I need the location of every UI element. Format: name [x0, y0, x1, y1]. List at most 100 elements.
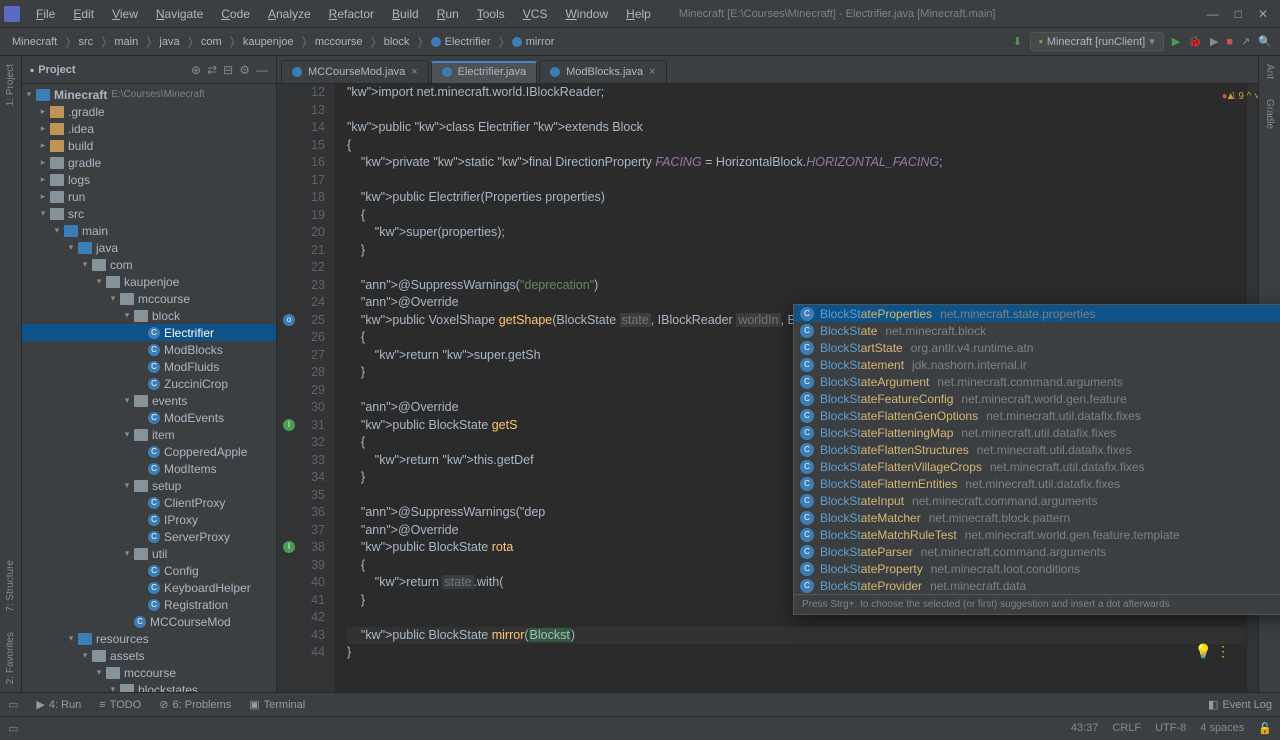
menu-help[interactable]: Help	[618, 3, 659, 25]
intention-bulb-icon[interactable]: 💡 ⋮	[1195, 643, 1230, 660]
tree-item--idea[interactable]: ▸.idea	[22, 120, 276, 137]
menu-refactor[interactable]: Refactor	[321, 3, 382, 25]
file-encoding[interactable]: UTF-8	[1155, 722, 1186, 735]
menu-code[interactable]: Code	[213, 3, 258, 25]
tree-item-java[interactable]: ▾java	[22, 239, 276, 256]
completion-item[interactable]: CBlockStateFlattenStructuresnet.minecraf…	[794, 441, 1280, 458]
problems-tool-tab[interactable]: ⊘6: Problems	[159, 698, 231, 711]
tree-item-mccoursemod[interactable]: CMCCourseMod	[22, 613, 276, 630]
favorites-tool-tab[interactable]: 2: Favorites	[5, 632, 16, 684]
tree-item-moditems[interactable]: CModItems	[22, 460, 276, 477]
tree-item-block[interactable]: ▾block	[22, 307, 276, 324]
completion-item[interactable]: CBlockStateFeatureConfignet.minecraft.wo…	[794, 390, 1280, 407]
tree-item-mccourse[interactable]: ▾mccourse	[22, 290, 276, 307]
readonly-lock-icon[interactable]: 🔓	[1258, 722, 1272, 735]
run-button[interactable]: ▶	[1172, 35, 1180, 48]
menu-build[interactable]: Build	[384, 3, 427, 25]
completion-item[interactable]: CBlockStateParsernet.minecraft.command.a…	[794, 543, 1280, 560]
menu-navigate[interactable]: Navigate	[148, 3, 211, 25]
tree-item-mccourse[interactable]: ▾mccourse	[22, 664, 276, 681]
tree-item-main[interactable]: ▾main	[22, 222, 276, 239]
tree-item-config[interactable]: CConfig	[22, 562, 276, 579]
breadcrumb-mccourse[interactable]: mccourse	[311, 36, 367, 48]
menu-vcs[interactable]: VCS	[515, 3, 556, 25]
tree-item-registration[interactable]: CRegistration	[22, 596, 276, 613]
menu-view[interactable]: View	[104, 3, 146, 25]
editor-tab-electrifier-java[interactable]: Electrifier.java	[431, 61, 537, 83]
indent-settings[interactable]: 4 spaces	[1200, 722, 1244, 735]
project-tree[interactable]: ▾MinecraftE:\Courses\Minecraft▸.gradle▸.…	[22, 84, 276, 692]
completion-item[interactable]: CBlockStateFlattenGenOptionsnet.minecraf…	[794, 407, 1280, 424]
menu-window[interactable]: Window	[557, 3, 616, 25]
completion-item[interactable]: CBlockStatePropertynet.minecraft.loot.co…	[794, 560, 1280, 577]
completion-item[interactable]: CBlockStateFlatteningMapnet.minecraft.ut…	[794, 424, 1280, 441]
menu-run[interactable]: Run	[429, 3, 467, 25]
completion-item[interactable]: CBlockStateMatchernet.minecraft.block.pa…	[794, 509, 1280, 526]
tree-item-serverproxy[interactable]: CServerProxy	[22, 528, 276, 545]
completion-item[interactable]: CBlockStatementjdk.nashorn.internal.ir	[794, 356, 1280, 373]
caret-position[interactable]: 43:37	[1071, 722, 1099, 735]
completion-item[interactable]: CBlockStateFlattenVillageCropsnet.minecr…	[794, 458, 1280, 475]
terminal-tool-tab[interactable]: ▣Terminal	[249, 698, 305, 711]
tree-root[interactable]: ▾MinecraftE:\Courses\Minecraft	[22, 86, 276, 103]
status-icon[interactable]: ▭	[8, 722, 18, 735]
event-log-tab[interactable]: ◧Event Log	[1208, 698, 1272, 711]
breadcrumb-electrifier[interactable]: Electrifier	[427, 36, 495, 48]
completion-item[interactable]: CBlockStatePropertiesnet.minecraft.state…	[794, 305, 1280, 322]
todo-tool-tab[interactable]: ≡TODO	[99, 699, 141, 711]
build-icon[interactable]: ⬇	[1013, 35, 1022, 48]
tree-item-keyboardhelper[interactable]: CKeyboardHelper	[22, 579, 276, 596]
update-button[interactable]: ↗	[1241, 35, 1250, 48]
breadcrumb-kaupenjoe[interactable]: kaupenjoe	[239, 36, 298, 48]
tree-item-copperedapple[interactable]: CCopperedApple	[22, 443, 276, 460]
maximize-button[interactable]: □	[1235, 7, 1242, 21]
tree-item-resources[interactable]: ▾resources	[22, 630, 276, 647]
structure-tool-tab[interactable]: 7: Structure	[5, 560, 16, 612]
completion-item[interactable]: CBlockStateInputnet.minecraft.command.ar…	[794, 492, 1280, 509]
completion-item[interactable]: CBlockStateArgumentnet.minecraft.command…	[794, 373, 1280, 390]
tree-item-zuccinicrop[interactable]: CZucciniCrop	[22, 375, 276, 392]
breadcrumb-block[interactable]: block	[380, 36, 414, 48]
tree-item-run[interactable]: ▸run	[22, 188, 276, 205]
tree-item-src[interactable]: ▾src	[22, 205, 276, 222]
tree-item-kaupenjoe[interactable]: ▾kaupenjoe	[22, 273, 276, 290]
menu-edit[interactable]: Edit	[65, 3, 102, 25]
completion-item[interactable]: CBlockStatenet.minecraft.block	[794, 322, 1280, 339]
menu-analyze[interactable]: Analyze	[260, 3, 319, 25]
collapse-all-icon[interactable]: ⊟	[223, 63, 233, 77]
tree-item--gradle[interactable]: ▸.gradle	[22, 103, 276, 120]
gradle-tool-tab[interactable]: Gradle	[1264, 99, 1275, 129]
run-config-selector[interactable]: ▪ Minecraft [runClient] ▾	[1030, 32, 1164, 51]
tree-item-modblocks[interactable]: CModBlocks	[22, 341, 276, 358]
tree-item-gradle[interactable]: ▸gradle	[22, 154, 276, 171]
completion-item[interactable]: CBlockStateProvidernet.minecraft.data	[794, 577, 1280, 594]
editor-tab-mccoursemod-java[interactable]: MCCourseMod.java×	[281, 60, 429, 83]
completion-item[interactable]: CBlockStateFlatternEntitiesnet.minecraft…	[794, 475, 1280, 492]
expand-all-icon[interactable]: ⇄	[207, 63, 217, 77]
tree-item-util[interactable]: ▾util	[22, 545, 276, 562]
ant-tool-tab[interactable]: Ant	[1264, 64, 1275, 79]
run-tool-tab[interactable]: ▶4: Run	[36, 698, 81, 711]
tree-item-setup[interactable]: ▾setup	[22, 477, 276, 494]
tree-item-events[interactable]: ▾events	[22, 392, 276, 409]
breadcrumb-java[interactable]: java	[155, 36, 183, 48]
editor-gutter[interactable]: 1213141516171819202122232425o26272829303…	[277, 84, 335, 692]
project-view-selector[interactable]: ▪	[30, 63, 34, 77]
minimize-button[interactable]: —	[1207, 7, 1219, 21]
tree-item-blockstates[interactable]: ▾blockstates	[22, 681, 276, 692]
project-tool-tab[interactable]: 1: Project	[5, 64, 16, 106]
breadcrumb-mirror[interactable]: mirror	[508, 36, 559, 48]
select-opened-file-icon[interactable]: ⊕	[191, 63, 201, 77]
search-icon[interactable]: 🔍	[1258, 35, 1272, 48]
code-completion-popup[interactable]: CBlockStatePropertiesnet.minecraft.state…	[793, 304, 1280, 615]
tree-item-logs[interactable]: ▸logs	[22, 171, 276, 188]
stop-button[interactable]: ■	[1226, 36, 1233, 48]
tree-item-iproxy[interactable]: CIProxy	[22, 511, 276, 528]
run-with-coverage-button[interactable]: ▶	[1210, 35, 1218, 48]
settings-icon[interactable]: ⚙	[239, 63, 250, 77]
menu-file[interactable]: File	[28, 3, 63, 25]
tree-item-com[interactable]: ▾com	[22, 256, 276, 273]
breadcrumb-com[interactable]: com	[197, 36, 226, 48]
breadcrumb-src[interactable]: src	[74, 36, 97, 48]
tree-item-modfluids[interactable]: CModFluids	[22, 358, 276, 375]
